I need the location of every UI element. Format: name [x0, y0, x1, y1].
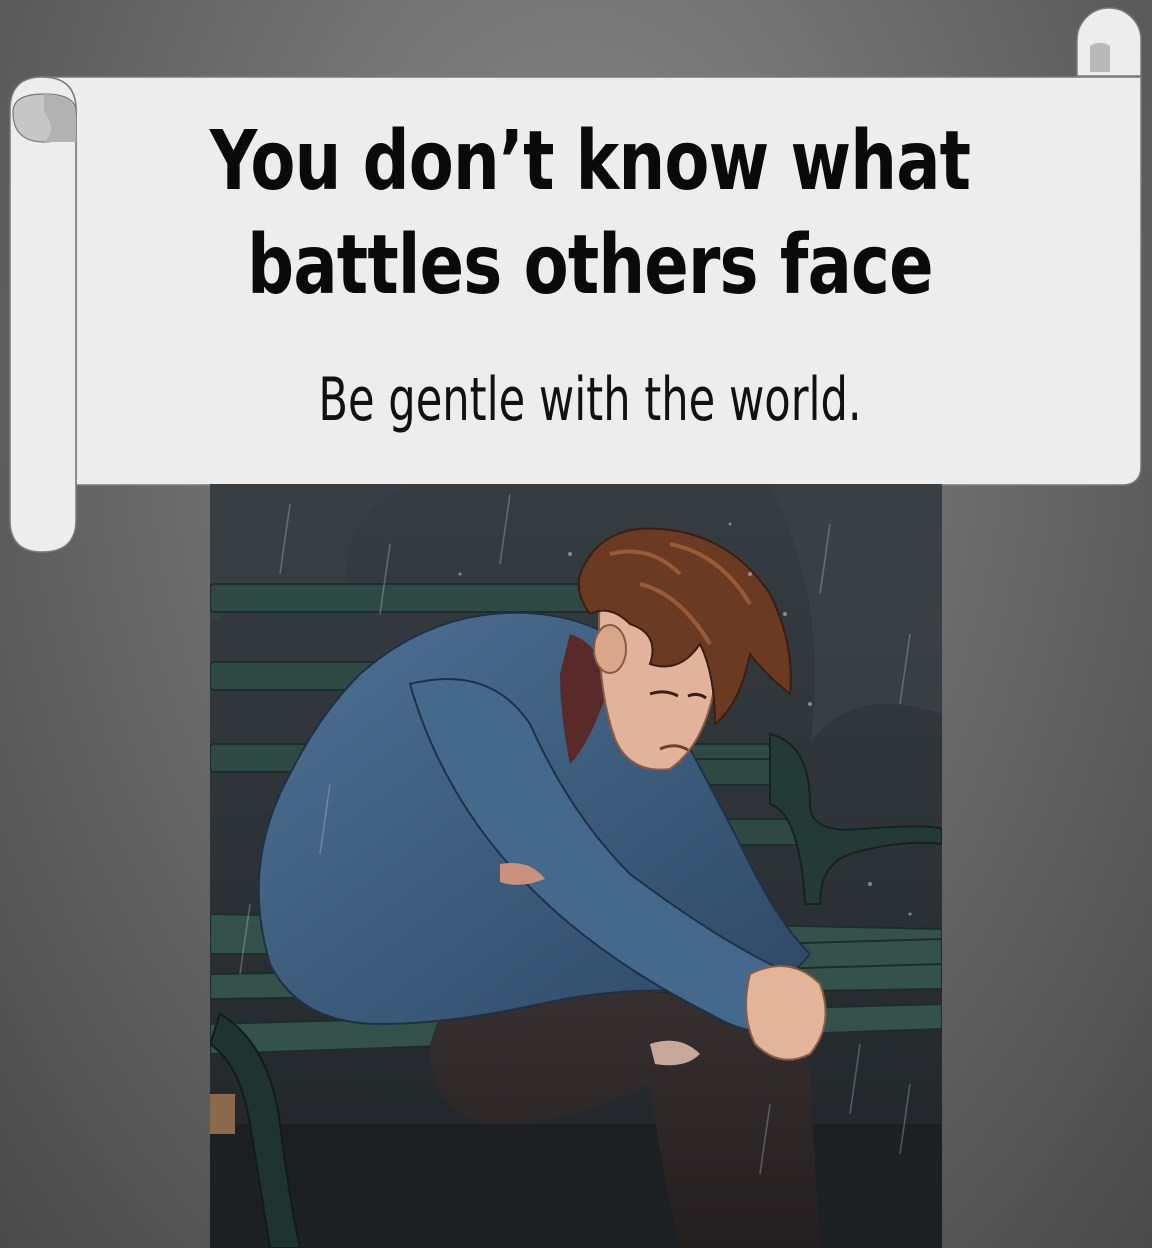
- headline: You don’t know what battles others face: [209, 114, 971, 313]
- sad-man-illustration: [210, 484, 942, 1248]
- scroll-banner: You don’t know what battles others face …: [0, 0, 1152, 560]
- sad-man-on-bench-icon: [210, 484, 942, 1248]
- page: You don’t know what battles others face …: [0, 0, 1152, 1248]
- subline: Be gentle with the world.: [318, 365, 862, 435]
